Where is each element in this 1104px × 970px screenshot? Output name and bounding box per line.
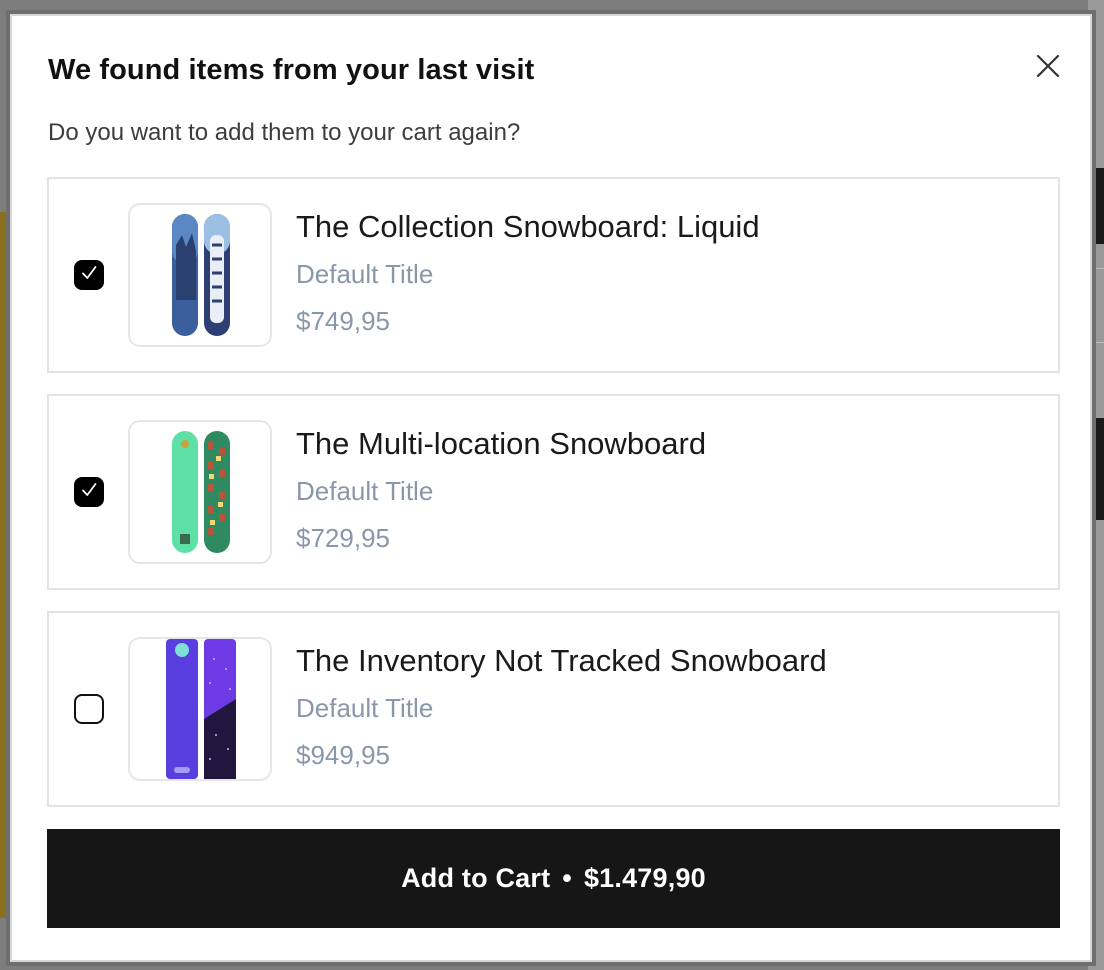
add-to-cart-label: Add to Cart — [401, 863, 551, 893]
separator-dot: • — [562, 863, 572, 893]
item-checkbox[interactable] — [74, 260, 104, 290]
item-price: $729,95 — [296, 523, 390, 553]
checkmark-icon — [79, 480, 99, 505]
item-variant: Default Title — [296, 693, 434, 723]
product-image-multi-location-snowboard — [128, 420, 272, 564]
background-block — [1090, 418, 1104, 520]
modal-subtitle: Do you want to add them to your cart aga… — [48, 119, 521, 146]
add-to-cart-button[interactable]: Add to Cart • $1.479,90 — [47, 829, 1060, 928]
restore-cart-modal: We found items from your last visit Do y… — [10, 14, 1092, 962]
item-variant: Default Title — [296, 476, 434, 506]
cart-total: $1.479,90 — [583, 863, 706, 893]
item-name: The Inventory Not Tracked Snowboard — [296, 643, 827, 678]
product-image-liquid-snowboard — [128, 203, 272, 347]
cart-item: The Inventory Not Tracked Snowboard Defa… — [47, 611, 1060, 807]
background-divider — [1090, 268, 1104, 269]
item-price: $949,95 — [296, 740, 390, 770]
background-block — [1090, 168, 1104, 244]
cart-item: The Multi-location Snowboard Default Tit… — [47, 394, 1060, 590]
checkmark-icon — [79, 263, 99, 288]
cart-item: The Collection Snowboard: Liquid Default… — [47, 177, 1060, 373]
item-name: The Collection Snowboard: Liquid — [296, 209, 760, 244]
product-image-inventory-snowboard — [128, 637, 272, 781]
item-checkbox[interactable] — [74, 477, 104, 507]
item-checkbox[interactable] — [74, 694, 104, 724]
item-variant: Default Title — [296, 259, 434, 289]
item-price: $749,95 — [296, 306, 390, 336]
close-icon — [1036, 54, 1060, 83]
item-name: The Multi-location Snowboard — [296, 426, 707, 461]
modal-title: We found items from your last visit — [48, 54, 535, 86]
close-button[interactable] — [1030, 50, 1066, 86]
background-divider — [1090, 342, 1104, 343]
